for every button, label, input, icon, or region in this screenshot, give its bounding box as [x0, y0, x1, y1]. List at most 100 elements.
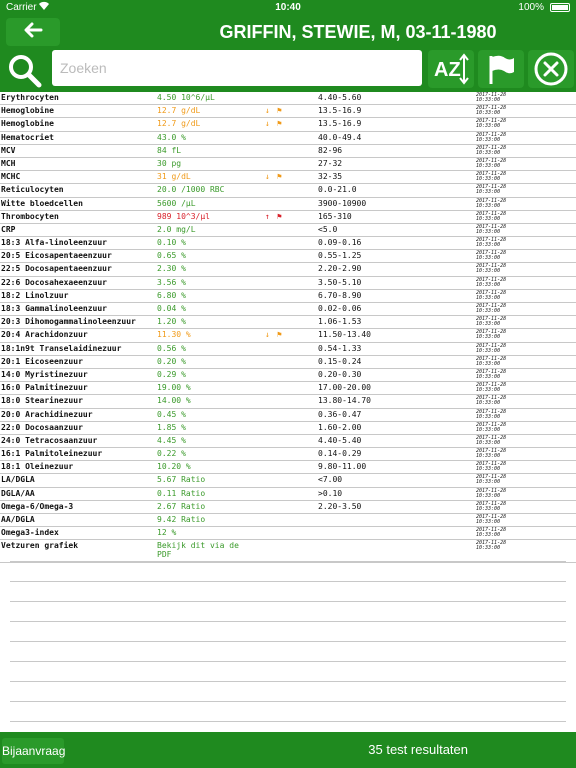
result-row[interactable]: MCHC 31 g/dL ↓ ⚑ 32-35 2017-11-28 10:33:00: [0, 171, 576, 185]
result-time: 10:33:00: [476, 505, 501, 512]
bijaanvraag-button[interactable]: Bijaanvraag: [2, 738, 65, 764]
result-row[interactable]: 18:0 Stearinezuur 14.00 % 13.80-14.70 2017-…: [0, 395, 576, 409]
test-value: 0.11 Ratio: [157, 488, 206, 498]
search-icon: [6, 55, 44, 92]
divider: [10, 702, 566, 722]
arrow-down-icon: ↓: [265, 106, 270, 116]
test-name: Witte bloedcellen: [1, 198, 83, 208]
test-value: 5600 /µL: [157, 198, 196, 208]
reference-range: 0.14-0.29: [318, 449, 362, 459]
result-time: 10:33:00: [476, 228, 501, 235]
test-value: 9.42 Ratio: [157, 515, 206, 524]
result-row[interactable]: AA/DGLA 9.42 Ratio 2017-11-28 10:33:00: [0, 514, 576, 528]
result-row[interactable]: 22:6 Docosahexaeenzuur 3.56 % 3.50-5.10 201…: [0, 277, 576, 290]
reference-range: 3900-10900: [318, 198, 367, 208]
test-name: DGLA/AA: [1, 488, 35, 498]
result-timestamp: 2017-11-28 10:33:00: [476, 515, 506, 525]
result-row[interactable]: LA/DGLA 5.67 Ratio <7.00 2017-11-28 10:33:00: [0, 474, 576, 488]
test-value: 0.20 %: [157, 356, 186, 366]
result-time: 10:33:00: [476, 123, 501, 130]
result-timestamp: 2017-11-28 10:33:00: [476, 93, 506, 103]
result-row[interactable]: 18:3 Gammalinoleenzuur 0.04 % 0.02-0.06 201…: [0, 303, 576, 317]
result-timestamp: 2017-11-28 10:33:00: [476, 264, 506, 274]
reference-range: 0.20-0.30: [318, 369, 362, 379]
test-value: 12.7 g/dL: [157, 119, 201, 129]
result-row[interactable]: DGLA/AA 0.11 Ratio >0.10 2017-11-28 10:33:00: [0, 488, 576, 501]
result-time: 10:33:00: [476, 202, 501, 209]
result-time: 10:33:00: [476, 466, 501, 473]
result-row[interactable]: 20:4 Arachidonzuur 11.30 % ↓ ⚑ 11.50-13.40 20…: [0, 329, 576, 343]
back-button[interactable]: [6, 18, 60, 46]
result-row[interactable]: Hematocriet 43.0 % 40.0-49.4 2017-11-28 10:3…: [0, 132, 576, 145]
test-name: 18:0 Stearinezuur: [1, 396, 83, 406]
result-time: 10:33:00: [476, 110, 501, 117]
result-row[interactable]: 20:3 Dihomogammalinoleenzuur 1.20 % 1.06-1…: [0, 316, 576, 330]
result-time: 10:33:00: [476, 308, 501, 314]
result-row[interactable]: 20:5 Eicosapentaeenzuur 0.65 % 0.55-1.25 20…: [0, 250, 576, 264]
result-row[interactable]: 22:5 Docosapentaeenzuur 2.30 % 2.20-2.90 20…: [0, 263, 576, 277]
reference-range: 4.40-5.60: [318, 93, 362, 102]
test-value: 2.67 Ratio: [157, 501, 206, 511]
test-name: 18:3 Gammalinoleenzuur: [1, 304, 107, 313]
test-value: 31 g/dL: [157, 172, 191, 182]
result-timestamp: 2017-11-28 10:33:00: [476, 277, 506, 288]
clear-button[interactable]: [528, 50, 574, 88]
result-timestamp: 2017-11-28 10:33:00: [476, 383, 506, 393]
test-name: 22:5 Docosapentaeenzuur: [1, 264, 112, 274]
test-name: 18:3 Alfa-linoleenzuur: [1, 238, 107, 248]
result-row[interactable]: 20:1 Eicoseenzuur 0.20 % 0.15-0.24 2017-11-…: [0, 356, 576, 369]
result-time: 10:33:00: [476, 479, 501, 486]
result-timestamp: 2017-11-28 10:33:00: [476, 409, 506, 420]
test-name: AA/DGLA: [1, 515, 35, 524]
result-row[interactable]: 14:0 Myristinezuur 0.29 % 0.20-0.30 2017-11…: [0, 369, 576, 383]
result-row[interactable]: Omega3-index 12 % 2017-11-28 10:33:00: [0, 527, 576, 541]
result-row[interactable]: Reticulocyten 20.0 /1000 RBC 0.0-21.0 2017-…: [0, 184, 576, 198]
flag-icon: ⚑: [277, 330, 282, 340]
reference-range: 9.80-11.00: [318, 462, 367, 472]
result-timestamp: 2017-11-28 10:33:00: [476, 304, 506, 314]
result-row[interactable]: Hemoglobine 12.7 g/dL ↓ ⚑ 13.5-16.9 2017-11-2…: [0, 105, 576, 119]
test-value: 989 10^3/µl: [157, 211, 210, 221]
divider: [10, 642, 566, 662]
result-row[interactable]: 16:1 Palmitoleinezuur 0.22 % 0.14-0.29 2017…: [0, 448, 576, 462]
test-value: 6.80 %: [157, 290, 186, 300]
result-row[interactable]: CRP 2.0 mg/L <5.0 2017-11-28 10:33:00: [0, 224, 576, 238]
result-timestamp: 2017-11-28 10:33:00: [476, 238, 506, 248]
test-value: 4.45 %: [157, 435, 186, 445]
result-row[interactable]: 16:0 Palmitinezuur 19.00 % 17.00-20.00 2017…: [0, 382, 576, 396]
result-row[interactable]: Erythrocyten 4.50 10^6/µL 4.40-5.60 2017-11…: [0, 92, 576, 106]
reference-range: 0.36-0.47: [318, 409, 362, 419]
result-row[interactable]: 18:1 Oleinezuur 10.20 % 9.80-11.00 2017-11-…: [0, 461, 576, 475]
test-value: 0.04 %: [157, 304, 186, 313]
result-time: 10:33:00: [476, 400, 501, 407]
result-row[interactable]: Witte bloedcellen 5600 /µL 3900-10900 2017-…: [0, 198, 576, 211]
result-row[interactable]: 18:2 Linolzuur 6.80 % 6.70-8.90 2017-11-28 1…: [0, 290, 576, 303]
search-button[interactable]: [6, 52, 44, 88]
result-row[interactable]: 22:0 Docosaanzuur 1.85 % 1.60-2.00 2017-11-…: [0, 422, 576, 435]
reference-range: <7.00: [318, 475, 343, 485]
test-name: Hematocriet: [1, 132, 54, 142]
result-timestamp: 2017-11-28 10:33:00: [476, 172, 506, 182]
result-row[interactable]: Omega-6/Omega-3 2.67 Ratio 2.20-3.50 2017-1…: [0, 501, 576, 514]
result-row[interactable]: 18:1n9t Transelaidinezuur 0.56 % 0.54-1.33…: [0, 343, 576, 356]
result-time: 10:33:00: [476, 387, 501, 394]
flag-filter-button[interactable]: [478, 50, 524, 88]
result-row[interactable]: 24:0 Tetracosaanzuur 4.45 % 4.40-5.40 2017-…: [0, 435, 576, 449]
sort-az-icon: AZ: [428, 53, 474, 92]
reference-range: 0.09-0.16: [318, 238, 362, 248]
result-row[interactable]: Thrombocyten 989 10^3/µl ↑ ⚑ 165-310 2017-11-…: [0, 211, 576, 224]
search-input[interactable]: [52, 50, 422, 86]
test-value: 10.20 %: [157, 462, 191, 472]
result-timestamp: 2017-11-28 10:33:00: [476, 435, 506, 446]
sort-az-button[interactable]: AZ: [428, 50, 474, 88]
result-timestamp: 2017-11-28 10:33:00: [476, 145, 506, 156]
test-value: 3.56 %: [157, 277, 186, 287]
result-time: 10:33:00: [476, 149, 501, 156]
test-name: LA/DGLA: [1, 475, 35, 485]
result-row[interactable]: MCH 30 pg 27-32 2017-11-28 10:33:00: [0, 158, 576, 172]
result-row[interactable]: 20:0 Arachidinezuur 0.45 % 0.36-0.47 2017-1…: [0, 409, 576, 422]
result-row[interactable]: Hemoglobine 12.7 g/dL ↓ ⚑ 13.5-16.9 2017-11-2…: [0, 118, 576, 132]
result-row[interactable]: 18:3 Alfa-linoleenzuur 0.10 % 0.09-0.16 201…: [0, 237, 576, 251]
result-time: 10:33:00: [476, 215, 501, 222]
result-row[interactable]: MCV 84 fL 82-96 2017-11-28 10:33:00: [0, 145, 576, 158]
